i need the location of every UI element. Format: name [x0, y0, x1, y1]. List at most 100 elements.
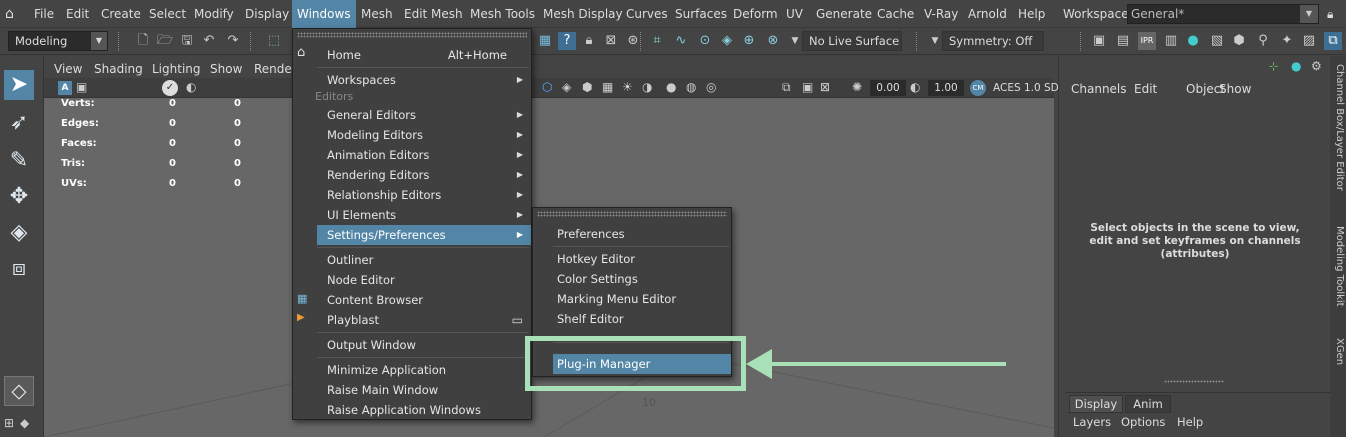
tool-settings-icon[interactable]: ✦ — [1278, 32, 1296, 50]
mode-dropdown[interactable]: Modeling ▼ — [8, 31, 108, 51]
layout-persp-icon[interactable]: ◆ — [20, 416, 29, 430]
camera-attribute-icon[interactable]: A — [58, 81, 72, 95]
snap-to-grids-icon[interactable]: ⌗ — [648, 32, 666, 50]
motion-blur-icon[interactable]: ◍ — [686, 80, 696, 94]
tab-modeling-toolkit[interactable]: Modeling Toolkit — [1331, 226, 1345, 307]
layer-menu-help[interactable]: Help — [1177, 415, 1203, 429]
layout-grid-icon[interactable]: ⊞ — [4, 416, 14, 430]
menu-item-ui-elements[interactable]: UI Elements ▶ — [293, 205, 531, 225]
menu-file[interactable]: File — [34, 0, 54, 28]
render-frame-icon[interactable]: ▤ — [1114, 32, 1132, 50]
vp-menu-shading[interactable]: Shading — [94, 56, 143, 78]
sync-icon[interactable]: ● — [1291, 59, 1301, 73]
move-tool-icon[interactable]: ✥ — [4, 182, 34, 212]
textured-icon[interactable]: ⬢ — [582, 80, 592, 94]
render-globals-icon[interactable]: ⬢ — [1230, 32, 1248, 50]
layer-menu-options[interactable]: Options — [1121, 415, 1165, 429]
menu-item-animation-editors[interactable]: Animation Editors ▶ — [293, 145, 531, 165]
menu-create[interactable]: Create — [101, 0, 141, 28]
tab-channel-box-layer-editor[interactable]: Channel Box/Layer Editor — [1331, 64, 1345, 191]
menu-deform[interactable]: Deform — [733, 0, 778, 28]
snap-to-points-icon[interactable]: ⊙ — [696, 32, 714, 50]
menu-windows[interactable]: Windows — [292, 0, 356, 28]
layout-single-icon[interactable]: ⬦ — [4, 376, 34, 406]
menu-edit-mesh[interactable]: Edit Mesh — [404, 0, 463, 28]
menu-help[interactable]: Help — [1018, 0, 1045, 28]
attribute-editor-icon[interactable]: ⚲ — [1254, 32, 1272, 50]
cb-menu-show[interactable]: Show — [1219, 82, 1251, 96]
gamma-field[interactable]: 1.00 — [928, 80, 964, 96]
new-scene-icon[interactable]: 🗋 — [134, 32, 152, 50]
menu-cache[interactable]: Cache — [877, 0, 914, 28]
cb-menu-channels[interactable]: Channels — [1071, 82, 1127, 96]
menu-item-minimize-application[interactable]: Minimize Application — [293, 360, 531, 380]
menu-item-hotkey-editor[interactable]: Hotkey Editor — [533, 249, 731, 269]
vp-menu-render[interactable]: Render — [254, 56, 297, 78]
menu-mesh-tools[interactable]: Mesh Tools — [470, 0, 535, 28]
rotate-tool-icon[interactable]: ◈ — [4, 218, 34, 248]
snap-to-live-icon[interactable]: ⊗ — [764, 32, 782, 50]
menu-item-output-window[interactable]: Output Window — [293, 335, 531, 355]
render-settings-icon[interactable]: ▥ — [1162, 32, 1180, 50]
menu-item-settings-preferences[interactable]: Settings/Preferences ▶ — [317, 225, 531, 245]
render-view-icon[interactable]: ▣ — [1090, 32, 1108, 50]
lasso-tool-icon[interactable]: ➶ — [4, 108, 34, 138]
symmetry-field[interactable]: Symmetry: Off — [942, 31, 1044, 51]
menu-item-home[interactable]: Home Alt+Home — [293, 45, 531, 65]
menu-item-workspaces[interactable]: Workspaces ▶ — [293, 70, 531, 90]
menu-mesh-display[interactable]: Mesh Display — [543, 0, 623, 28]
home-icon[interactable]: ⌂ — [5, 0, 14, 28]
exposure-icon[interactable]: ✺ — [852, 80, 862, 94]
menu-item-outliner[interactable]: Outliner — [293, 250, 531, 270]
tab-display[interactable]: Display — [1069, 395, 1123, 413]
menu-select[interactable]: Select — [149, 0, 186, 28]
lights-icon[interactable]: ☀ — [622, 80, 633, 94]
menu-generate[interactable]: Generate — [816, 0, 872, 28]
menu-uv[interactable]: UV — [786, 0, 803, 28]
redo-icon[interactable]: ↷ — [224, 32, 242, 50]
tab-xgen[interactable]: XGen — [1331, 338, 1345, 365]
menu-item-playblast[interactable]: Playblast ▭ — [293, 310, 531, 330]
vray-check-icon[interactable]: ✓ — [162, 80, 178, 96]
ambient-occlusion-icon[interactable]: ● — [666, 80, 676, 94]
menu-item-modeling-editors[interactable]: Modeling Editors ▶ — [293, 125, 531, 145]
lock-selection-icon[interactable]: 🔒︎ — [580, 32, 598, 50]
menu-vray[interactable]: V-Ray — [924, 0, 958, 28]
shadow-icon[interactable]: ◐ — [186, 80, 196, 94]
menu-item-rendering-editors[interactable]: Rendering Editors ▶ — [293, 165, 531, 185]
view-transform[interactable]: ACES 1.0 SD — [993, 80, 1059, 96]
menu-item-node-editor[interactable]: Node Editor — [293, 270, 531, 290]
menu-item-shelf-editor[interactable]: Shelf Editor — [533, 309, 731, 329]
vp-menu-lighting[interactable]: Lighting — [152, 56, 201, 78]
menu-item-color-settings[interactable]: Color Settings — [533, 269, 731, 289]
menu-item-preferences[interactable]: Preferences — [533, 224, 731, 244]
paint-select-tool-icon[interactable]: ✎ — [4, 146, 34, 176]
tear-off-handle[interactable] — [537, 211, 727, 217]
snap-to-view-plane-icon[interactable]: ◈ — [718, 32, 736, 50]
menu-edit[interactable]: Edit — [66, 0, 89, 28]
isolate-select-icon[interactable]: ⧉ — [782, 80, 791, 95]
camera-icon[interactable]: ▣ — [76, 80, 87, 94]
menu-mesh[interactable]: Mesh — [361, 0, 393, 28]
cb-menu-edit[interactable]: Edit — [1134, 82, 1157, 96]
xray-joints-icon[interactable]: ⊠ — [820, 80, 830, 94]
highlight-icon[interactable]: ⊠ — [602, 32, 620, 50]
snap-to-curves-icon[interactable]: ∿ — [672, 32, 690, 50]
aa-icon[interactable]: ◎ — [706, 80, 716, 94]
settings-icon[interactable]: ⚙ — [1311, 59, 1322, 73]
selection-mode-icon[interactable]: ⬚ — [265, 32, 283, 50]
snap-grid-icon[interactable]: ▦ — [536, 32, 554, 50]
menu-item-content-browser[interactable]: Content Browser — [293, 290, 531, 310]
lock-icon[interactable]: 🔒︎ — [1327, 0, 1333, 28]
snap-to-projected-center-icon[interactable]: ⊕ — [740, 32, 758, 50]
live-surface-field[interactable]: No Live Surface — [802, 31, 902, 51]
scale-tool-icon[interactable]: ⧈ — [4, 254, 34, 284]
menu-display[interactable]: Display — [245, 0, 289, 28]
menu-item-raise-main-window[interactable]: Raise Main Window — [293, 380, 531, 400]
vp-menu-show[interactable]: Show — [210, 56, 242, 78]
tab-anim[interactable]: Anim — [1125, 395, 1171, 413]
exposure-field[interactable]: 0.00 — [870, 80, 906, 96]
workspace-dropdown[interactable]: General* ▼ — [1127, 4, 1319, 24]
outliner-icon[interactable]: ▨ — [1300, 32, 1318, 50]
menu-modify[interactable]: Modify — [194, 0, 234, 28]
